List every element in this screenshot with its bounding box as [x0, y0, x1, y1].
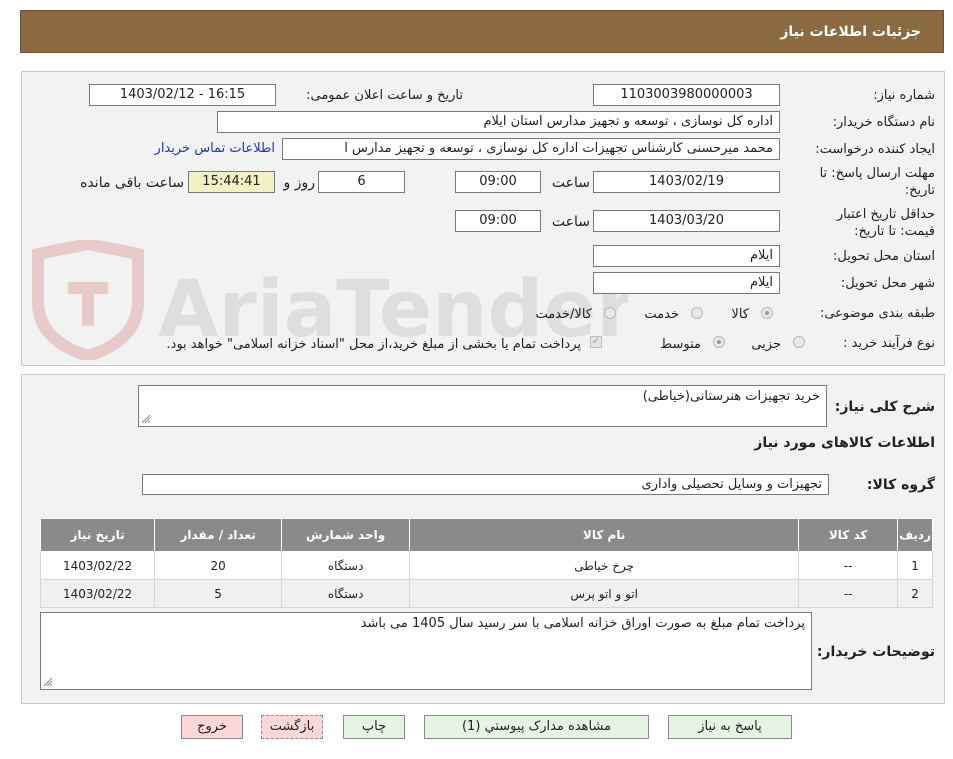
col-row: ردیف	[897, 518, 933, 552]
payment-treasury-checkbox[interactable]: ✓	[590, 336, 602, 348]
cell-unit: دستگاه	[281, 551, 411, 580]
validity-time-label: ساعت	[551, 214, 590, 230]
cell-qty: 5	[154, 579, 283, 608]
remaining-time-field: 15:44:41	[188, 171, 275, 193]
goods-table: ردیف کد کالا نام کالا واحد شمارش تعداد /…	[39, 518, 933, 608]
print-button[interactable]: چاپ	[343, 715, 405, 739]
cell-qty: 20	[154, 551, 283, 580]
validity-date-field: 1403/03/20	[593, 210, 780, 232]
exit-button[interactable]: خروج	[181, 715, 243, 739]
cell-row: 1	[897, 551, 933, 580]
deadline-date-field: 1403/02/19	[593, 171, 780, 193]
buyer-notes-label: توضیحات خریدار:	[816, 644, 935, 660]
category-label: طبقه بندی موضوعی:	[819, 306, 935, 321]
days-label: روز و	[283, 175, 316, 191]
category-radio-service[interactable]	[691, 307, 703, 319]
announce-datetime-field: 1403/02/12 - 16:15	[89, 84, 276, 106]
resize-grip-icon[interactable]	[44, 678, 52, 686]
cell-name: اتو و اتو پرس	[409, 579, 800, 608]
goods-section-title: اطلاعات کالاهای مورد نیاز	[754, 435, 935, 451]
table-row: 2 -- اتو و اتو پرس دستگاه 5 1403/02/22	[39, 579, 933, 608]
payment-note: پرداخت تمام یا بخشی از مبلغ خرید،از محل …	[166, 337, 581, 352]
col-unit: واحد شمارش	[281, 518, 411, 552]
col-name: نام کالا	[409, 518, 800, 552]
cell-need-date: 1403/02/22	[39, 551, 156, 580]
category-option-goods-service: کالا/خدمت	[535, 307, 592, 322]
process-label: نوع فرآیند خرید :	[843, 336, 935, 351]
city-field: ایلام	[593, 272, 780, 294]
cell-unit: دستگاه	[281, 579, 411, 608]
goods-group-label: گروه کالا:	[866, 477, 935, 493]
cell-name: چرخ خیاطی	[409, 551, 800, 580]
province-label: استان محل تحویل:	[833, 249, 935, 264]
city-label: شهر محل تحویل:	[840, 276, 935, 291]
days-remaining-field: 6	[318, 171, 405, 193]
col-code: کد کالا	[798, 518, 899, 552]
cell-row: 2	[897, 579, 933, 608]
page-title: جزئیات اطلاعات نیاز	[780, 24, 921, 40]
buyer-notes-textarea: پرداخت تمام مبلغ به صورت اوراق خزانه اسل…	[40, 612, 812, 690]
remaining-label: ساعت باقی مانده	[80, 175, 184, 191]
description-text: خرید تجهیزات هنرستانی(خیاطی)	[642, 389, 820, 404]
cell-code: --	[798, 551, 899, 580]
validity-time-field: 09:00	[455, 210, 541, 232]
col-need-date: تاریخ نیاز	[39, 518, 156, 552]
view-attachments-button[interactable]: مشاهده مدارک پیوستي (1)	[424, 715, 649, 739]
goods-table-header: ردیف کد کالا نام کالا واحد شمارش تعداد /…	[39, 518, 933, 552]
deadline-time-field: 09:00	[455, 171, 541, 193]
page-header: جزئیات اطلاعات نیاز	[20, 10, 944, 53]
category-radio-goods-service[interactable]	[604, 307, 616, 319]
description-textarea: خرید تجهیزات هنرستانی(خیاطی)	[138, 385, 827, 427]
process-radio-medium[interactable]	[713, 336, 725, 348]
buyer-org-label: نام دستگاه خریدار:	[832, 115, 935, 130]
buyer-contact-link[interactable]: اطلاعات تماس خریدار	[155, 141, 275, 156]
category-radio-goods[interactable]	[761, 307, 773, 319]
table-row: 1 -- چرخ خیاطی دستگاه 20 1403/02/22	[39, 551, 933, 580]
deadline-time-label: ساعت	[551, 175, 590, 191]
buyer-notes-text: پرداخت تمام مبلغ به صورت اوراق خزانه اسل…	[360, 616, 805, 631]
resize-grip-icon[interactable]	[142, 415, 150, 423]
category-option-goods: کالا	[731, 307, 749, 322]
cell-code: --	[798, 579, 899, 608]
deadline-label-line1: مهلت ارسال پاسخ: تا	[819, 166, 935, 181]
goods-group-field: تجهیزات و وسایل تحصیلی واداری	[142, 474, 829, 495]
announce-label: تاریخ و ساعت اعلان عمومی:	[306, 88, 463, 103]
deadline-label-line2: تاریخ:	[904, 183, 935, 198]
category-option-service: خدمت	[644, 307, 679, 322]
requester-label: ایجاد کننده درخواست:	[815, 142, 935, 157]
process-option-medium: متوسط	[660, 337, 701, 352]
province-field: ایلام	[593, 245, 780, 267]
buyer-org-field: اداره کل نوسازی ، توسعه و تجهیز مدارس اس…	[217, 111, 780, 133]
need-number-label: شماره نیاز:	[873, 88, 935, 103]
need-number-field: 1103003980000003	[593, 84, 780, 106]
validity-label-line2: قیمت: تا تاریخ:	[854, 224, 935, 239]
reply-button[interactable]: پاسخ به نیاز	[668, 715, 792, 739]
validity-label-line1: حداقل تاریخ اعتبار	[836, 207, 935, 222]
cell-need-date: 1403/02/22	[39, 579, 156, 608]
process-option-minor: جزیی	[751, 337, 781, 352]
back-button[interactable]: بازگشت	[261, 715, 323, 739]
requester-field: محمد میرحسنی کارشناس تجهیزات اداره کل نو…	[282, 138, 780, 160]
col-qty: تعداد / مقدار	[154, 518, 283, 552]
process-radio-minor[interactable]	[793, 336, 805, 348]
description-label: شرح کلی نیاز:	[834, 399, 935, 415]
